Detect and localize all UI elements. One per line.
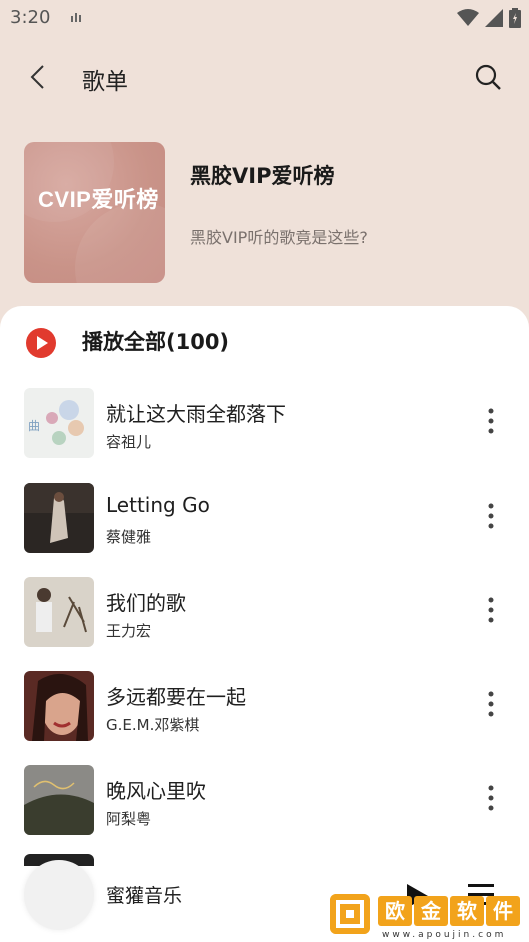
wifi-icon [457,9,479,26]
song-cover [24,765,94,835]
song-title: 我们的歌 [106,591,186,615]
play-all-label[interactable]: 播放全部(100) [82,326,229,356]
play-all-button[interactable] [26,328,56,358]
back-button[interactable] [24,62,54,92]
more-options-icon[interactable] [487,783,495,813]
song-cover [24,483,94,553]
cover-label: VIP爱听榜 [54,187,159,212]
player-disc[interactable] [24,860,94,930]
battery-icon [509,8,521,28]
song-artist: 阿梨粤 [106,810,152,828]
song-row[interactable]: 多远都要在一起 G.E.M.邓紫棋 [0,671,529,747]
status-time: 3:20 [10,7,51,28]
more-options-icon[interactable] [487,689,495,719]
search-button[interactable] [473,62,503,92]
song-artist: 蔡健雅 [106,528,152,546]
watermark-text: 欧 金 软 件 [378,896,520,926]
watermark-char: 件 [486,896,520,926]
more-options-icon[interactable] [487,501,495,531]
cover-decoration [75,203,165,283]
watermark-char: 金 [414,896,448,926]
playlist-cover[interactable]: CVIP爱听榜 [24,142,165,283]
watermark: 欧 金 软 件 www.apoujin.com [330,894,529,942]
watermark-char: 软 [450,896,484,926]
watermark-logo-icon [330,894,370,934]
song-row[interactable]: 我们的歌 王力宏 [0,577,529,653]
song-cover: 曲 [24,388,94,458]
more-options-icon[interactable] [487,595,495,625]
svg-text:曲: 曲 [28,419,40,433]
song-artist: 王力宏 [106,622,152,640]
song-row[interactable]: 晚风心里吹 阿梨粤 [0,765,529,841]
watermark-char: 欧 [378,896,412,926]
page-title: 歌单 [82,69,128,95]
status-bar: 3:20 [0,0,529,36]
song-row[interactable]: Letting Go 蔡健雅 [0,483,529,559]
song-title: Letting Go [106,493,210,517]
song-artist: G.E.M.邓紫棋 [106,716,200,734]
song-title: 晚风心里吹 [106,779,206,803]
notification-icon [71,13,81,22]
cover-logo-text: CVIP爱听榜 [38,182,159,214]
status-icons [457,8,521,28]
song-row[interactable]: 曲 就让这大雨全都落下 容祖儿 [0,388,529,464]
playlist-title: 黑胶VIP爱听榜 [190,164,335,188]
song-artist: 容祖儿 [106,433,152,451]
more-options-icon[interactable] [487,406,495,436]
watermark-url: www.apoujin.com [382,930,507,940]
song-title: 多远都要在一起 [106,685,246,709]
cover-logo-mark: C [38,187,55,212]
playlist-description[interactable]: 黑胶VIP听的歌竟是这些? [190,224,368,248]
song-title: 就让这大雨全都落下 [106,402,286,426]
song-cover [24,577,94,647]
signal-icon [485,9,503,27]
player-title: 蜜獾音乐 [106,885,183,907]
song-cover [24,671,94,741]
song-list-card: 播放全部(100) 曲 就让这大雨全都落下 容祖儿 Letting Go 蔡健雅… [0,306,529,942]
header: 歌单 [0,50,529,106]
